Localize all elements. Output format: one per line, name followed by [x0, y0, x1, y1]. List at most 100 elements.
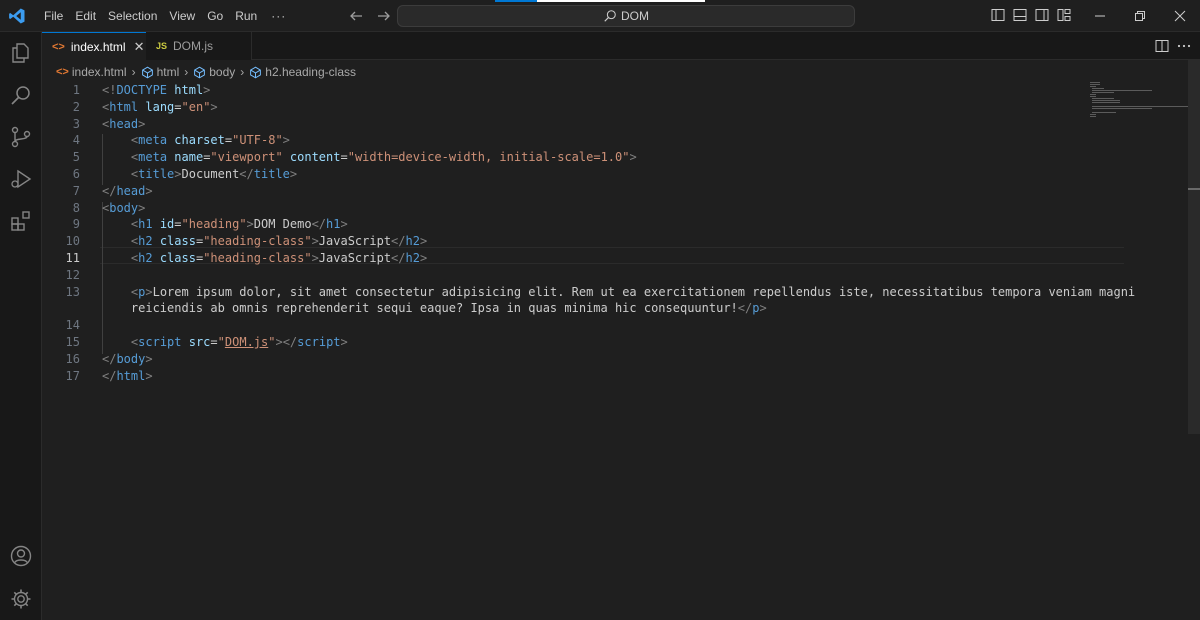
code-line[interactable]: 2 <html lang="en">: [42, 99, 1188, 116]
code-line[interactable]: reiciendis ab omnis reprehenderit sequi …: [42, 300, 1188, 317]
code-text: <p>Lorem ipsum dolor, sit amet consectet…: [102, 284, 1135, 301]
forward-arrow-icon[interactable]: [374, 6, 394, 26]
close-icon: [1174, 10, 1186, 22]
tag-name-token: html: [109, 99, 139, 114]
line-number: 5: [72, 150, 80, 165]
menu-selection[interactable]: Selection: [102, 0, 163, 32]
code-line[interactable]: 5 <meta name="viewport" content="width=d…: [42, 149, 1188, 166]
tab-dom-js[interactable]: JS DOM.js: [146, 32, 252, 60]
explorer-button[interactable]: [0, 32, 42, 74]
code-text: <meta charset="UTF-8">: [102, 132, 290, 149]
code-line[interactable]: 6 <title>Document</title>: [42, 166, 1188, 183]
extensions-button[interactable]: [0, 200, 42, 242]
punctuation-token: >: [145, 284, 153, 299]
text-token: JavaScript: [318, 234, 392, 249]
punctuation-token: >: [145, 351, 153, 366]
scrollbar-thumb[interactable]: [1188, 60, 1200, 434]
code-line[interactable]: 9 <h1 id="heading">DOM Demo</h1>: [42, 216, 1188, 233]
extensions-icon: [11, 211, 30, 231]
string-token: "heading-class": [203, 234, 312, 249]
breadcrumb-file[interactable]: <> index.html: [56, 65, 127, 79]
tab-label: DOM.js: [173, 39, 214, 53]
punctuation-token: >: [210, 99, 218, 114]
command-center-label: DOM: [621, 9, 649, 23]
minimize-button[interactable]: [1080, 0, 1120, 32]
tag-name-token: title: [253, 167, 290, 181]
customize-layout-icon[interactable]: [1056, 7, 1072, 23]
code-line[interactable]: 11 <h2 class="heading-class">JavaScript<…: [42, 250, 1188, 267]
run-debug-button[interactable]: [0, 158, 42, 200]
menu-go[interactable]: Go: [201, 0, 229, 32]
line-number: 12: [65, 267, 80, 282]
code-text: <head>: [102, 116, 145, 133]
close-window-button[interactable]: [1160, 0, 1200, 32]
code-line[interactable]: 12: [42, 267, 1188, 284]
code-editor[interactable]: 1 <!DOCTYPE html> 2 <html lang="en"> 3 <head>…: [42, 82, 1188, 620]
close-tab-button[interactable]: ✕: [134, 39, 145, 55]
code-line[interactable]: 14: [42, 317, 1188, 334]
code-line[interactable]: 17 </html>: [42, 368, 1188, 385]
progress-indicator: [495, 0, 705, 2]
toggle-secondary-sidebar-icon[interactable]: [1034, 7, 1050, 23]
code-text: </body>: [102, 351, 153, 368]
code-line[interactable]: 13 <p>Lorem ipsum dolor, sit amet consec…: [42, 284, 1188, 301]
manage-button[interactable]: [0, 578, 42, 620]
punctuation-token: </: [737, 301, 753, 316]
breadcrumb-item-html[interactable]: html: [141, 65, 179, 79]
code-text: <h2 class="heading-class">JavaScript</h2…: [102, 233, 427, 250]
code-line[interactable]: 16 </body>: [42, 351, 1188, 368]
more-actions-icon[interactable]: [1176, 38, 1192, 54]
menu-file[interactable]: File: [38, 0, 69, 32]
menu-edit[interactable]: Edit: [69, 0, 102, 32]
accounts-button[interactable]: [0, 535, 42, 577]
source-control-button[interactable]: [0, 116, 42, 158]
tag-name-token: DOCTYPE: [116, 83, 168, 97]
code-text: <!DOCTYPE html>: [102, 82, 210, 99]
tag-name-token: h2: [138, 234, 153, 249]
code-line[interactable]: 10 <h2 class="heading-class">JavaScript<…: [42, 233, 1188, 250]
code-line[interactable]: 4 <meta charset="UTF-8">: [42, 132, 1188, 149]
tag-name-token: body: [116, 351, 146, 366]
symbol-element-icon: [194, 66, 206, 78]
code-text: <title>Document</title>: [102, 166, 297, 183]
attribute-token: html: [174, 83, 204, 97]
breadcrumb-item-h2[interactable]: h2.heading-class: [249, 65, 356, 79]
chevron-right-icon: ›: [240, 65, 245, 79]
code-line[interactable]: 3 <head>: [42, 116, 1188, 133]
restore-button[interactable]: [1120, 0, 1160, 32]
punctuation-token: <!: [102, 83, 117, 97]
back-arrow-icon[interactable]: [346, 6, 366, 26]
code-text: <h2 class="heading-class">JavaScript</h2…: [102, 250, 427, 267]
code-line[interactable]: 1 <!DOCTYPE html>: [42, 82, 1188, 99]
vertical-scrollbar[interactable]: [1188, 60, 1200, 620]
minimap[interactable]: [1088, 82, 1188, 122]
menu-more-button[interactable]: ···: [263, 0, 294, 32]
menu-view[interactable]: View: [163, 0, 201, 32]
code-line[interactable]: 7 </head>: [42, 183, 1188, 200]
string-token: "heading-class": [203, 251, 312, 265]
code-text: reiciendis ab omnis reprehenderit sequi …: [102, 300, 767, 317]
cursor-position-marker: [1188, 188, 1200, 190]
command-center-search[interactable]: DOM: [397, 5, 855, 27]
code-line[interactable]: 8 <body>: [42, 200, 1188, 217]
toggle-panel-icon[interactable]: [1012, 7, 1028, 23]
toggle-primary-sidebar-icon[interactable]: [990, 7, 1006, 23]
menu-run[interactable]: Run: [229, 0, 263, 32]
tag-name-token: h2: [405, 251, 420, 265]
line-number: 16: [65, 351, 80, 366]
breadcrumb-item-body[interactable]: body: [193, 65, 235, 79]
search-icon: [11, 86, 30, 105]
line-number: 9: [72, 217, 80, 232]
search-view-button[interactable]: [0, 74, 42, 116]
code-line[interactable]: 15 <script src="DOM.js"></script>: [42, 334, 1188, 351]
breadcrumb-label: h2.heading-class: [265, 65, 356, 79]
split-editor-icon[interactable]: [1154, 38, 1170, 54]
tab-index-html[interactable]: <> index.html ✕: [42, 32, 146, 61]
string-link-token: DOM.js: [224, 335, 269, 349]
